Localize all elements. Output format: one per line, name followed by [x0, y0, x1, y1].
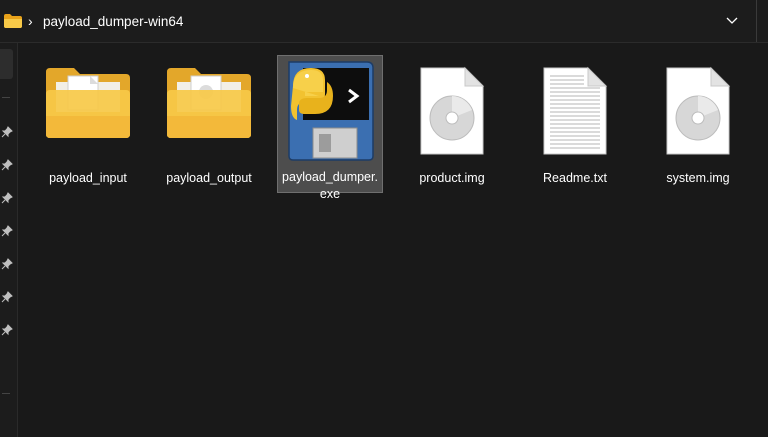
file-name-label: payload_output [166, 171, 252, 185]
nav-divider [2, 393, 10, 394]
nav-selected-item[interactable] [0, 49, 13, 79]
address-bar[interactable]: › payload_dumper-win64 [0, 0, 768, 43]
file-item-payload-dumper-exe[interactable]: payload_dumper.exe [277, 55, 383, 201]
pin-icon[interactable] [1, 126, 13, 138]
file-name-label: system.img [666, 171, 730, 185]
chevron-down-icon[interactable] [722, 12, 742, 30]
breadcrumb-current-folder[interactable]: payload_dumper-win64 [43, 13, 183, 31]
nav-divider [2, 97, 10, 98]
pin-icon[interactable] [1, 225, 13, 237]
pin-icon[interactable] [1, 291, 13, 303]
navigation-pane[interactable] [0, 43, 18, 437]
file-name-label: product.img [419, 171, 485, 185]
pin-icon[interactable] [1, 324, 13, 336]
file-item-system-img[interactable]: system.img [645, 56, 751, 194]
file-explorer-window: › payload_dumper-win64 payload_input pay… [0, 0, 768, 437]
text-file-icon [543, 66, 608, 155]
file-item-payload-output[interactable]: payload_output [156, 56, 262, 194]
address-bar-divider [756, 0, 757, 42]
file-item-readme-txt[interactable]: Readme.txt [522, 56, 628, 194]
folder-icon [4, 14, 22, 28]
folder-icon [167, 68, 251, 138]
disc-image-icon [666, 66, 731, 155]
file-name-label: Readme.txt [543, 171, 607, 185]
folder-icon [46, 68, 130, 138]
pin-icon[interactable] [1, 192, 13, 204]
disc-image-icon [420, 66, 485, 155]
file-name-label: payload_dumper.exe [282, 170, 378, 201]
pin-icon[interactable] [1, 159, 13, 171]
python-exe-icon [288, 61, 374, 161]
file-item-product-img[interactable]: product.img [399, 56, 505, 194]
pin-icon[interactable] [1, 258, 13, 270]
file-item-payload-input[interactable]: payload_input [35, 56, 141, 194]
file-name-label: payload_input [49, 171, 127, 185]
file-list-view[interactable]: payload_input payload_output payload_dum… [18, 43, 768, 437]
breadcrumb-separator[interactable]: › [28, 12, 33, 30]
